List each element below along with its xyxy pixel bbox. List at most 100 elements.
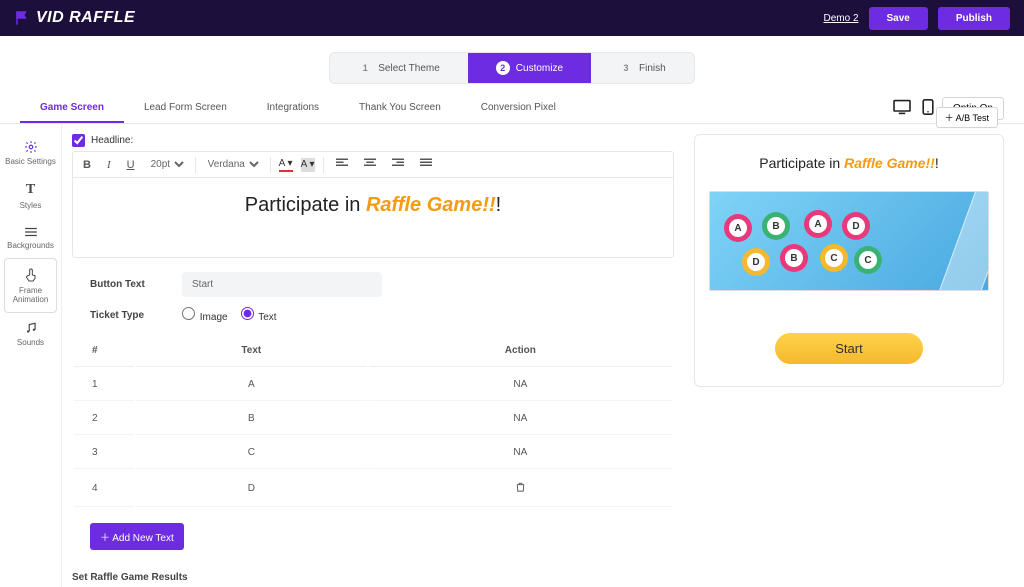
- tabs-row: Game Screen Lead Form Screen Integration…: [0, 94, 1024, 124]
- tab-game-screen[interactable]: Game Screen: [20, 94, 124, 123]
- tool-label: Backgrounds: [7, 241, 54, 250]
- ticket-type-radio-group: Image Text: [182, 307, 287, 323]
- table-row: 1ANA: [74, 369, 672, 401]
- bold-button[interactable]: B: [79, 157, 95, 173]
- gear-icon: [24, 140, 38, 154]
- step-customize[interactable]: 2 Customize: [468, 53, 591, 83]
- action-na: NA: [513, 447, 527, 458]
- step-label: Finish: [639, 63, 666, 74]
- cell-index: 3: [74, 437, 134, 469]
- raffle-ball: C: [854, 246, 882, 274]
- col-index: #: [74, 335, 134, 367]
- raffle-ball: A: [804, 210, 832, 238]
- editor-column: Headline: B I U 20pt Verdana A ▾ A ▾ Par…: [62, 124, 694, 587]
- raffle-ball: B: [780, 244, 808, 272]
- cell-text: A: [136, 369, 367, 401]
- raffle-ball: D: [742, 248, 770, 276]
- preview-headline-accent: Raffle Game!!: [844, 155, 935, 171]
- ticket-type-label: Ticket Type: [90, 310, 170, 321]
- tab-integrations[interactable]: Integrations: [247, 94, 339, 123]
- topbar: VID RAFFLE Demo 2 Save Publish: [0, 0, 1024, 36]
- cell-text: D: [136, 471, 367, 507]
- lines-icon: [24, 226, 38, 238]
- device-mobile-icon[interactable]: [920, 97, 936, 120]
- cell-action: NA: [369, 369, 672, 401]
- button-text-label: Button Text: [90, 279, 170, 290]
- divider: [270, 157, 271, 173]
- align-right-button[interactable]: [388, 156, 408, 173]
- table-row: 3CNA: [74, 437, 672, 469]
- tool-sounds[interactable]: Sounds: [0, 313, 61, 355]
- table-row: 2BNA: [74, 403, 672, 435]
- text-icon: T: [4, 182, 57, 198]
- headline-checkbox[interactable]: [72, 134, 85, 147]
- tab-thank-you-screen[interactable]: Thank You Screen: [339, 94, 461, 123]
- ab-test-button[interactable]: ＋ A/B Test: [936, 107, 998, 128]
- brand-logo: VID RAFFLE: [14, 9, 135, 27]
- font-family-select[interactable]: Verdana: [204, 158, 262, 171]
- align-center-button[interactable]: [360, 156, 380, 173]
- headline-accent: Raffle Game!!: [366, 194, 496, 216]
- cell-index: 4: [74, 471, 134, 507]
- cell-index: 1: [74, 369, 134, 401]
- cell-action: NA: [369, 403, 672, 435]
- text-color-button[interactable]: A ▾: [279, 158, 293, 172]
- brand-text: VID RAFFLE: [36, 9, 135, 27]
- preview-start-button[interactable]: Start: [775, 333, 922, 364]
- col-text: Text: [136, 335, 367, 367]
- step-label: Customize: [516, 63, 563, 74]
- cell-action: NA: [369, 437, 672, 469]
- rte-toolbar: B I U 20pt Verdana A ▾ A ▾: [73, 152, 673, 178]
- tickets-table: # Text Action 1ANA2BNA3CNA4D: [72, 333, 674, 509]
- trash-icon[interactable]: [515, 485, 526, 496]
- action-na: NA: [513, 413, 527, 424]
- preview-headline-tail: !: [935, 155, 939, 171]
- tool-basic-settings[interactable]: Basic Settings: [0, 132, 61, 174]
- step-number: 1: [358, 61, 372, 75]
- preview-card: Participate in Raffle Game!!! ADBBACDC S…: [694, 134, 1004, 387]
- step-select-theme[interactable]: 1 Select Theme: [330, 53, 468, 83]
- preview-column: ＋ A/B Test Participate in Raffle Game!!!…: [694, 124, 1024, 587]
- align-justify-button[interactable]: [416, 156, 436, 173]
- rich-text-editor: B I U 20pt Verdana A ▾ A ▾ Participate i…: [72, 151, 674, 258]
- cell-action: [369, 471, 672, 507]
- headline-plain: Participate in: [245, 194, 366, 216]
- headline-label: Headline:: [91, 135, 133, 146]
- rte-content[interactable]: Participate in Raffle Game!!!: [73, 178, 673, 257]
- step-finish[interactable]: 3 Finish: [591, 53, 694, 83]
- tool-label: Frame Animation: [13, 286, 49, 304]
- raffle-ball: D: [842, 212, 870, 240]
- tab-conversion-pixel[interactable]: Conversion Pixel: [461, 94, 576, 123]
- align-left-button[interactable]: [332, 156, 352, 173]
- col-action: Action: [369, 335, 672, 367]
- tool-label: Basic Settings: [5, 157, 56, 166]
- highlight-color-button[interactable]: A ▾: [301, 158, 315, 172]
- brand-flag-icon: [14, 9, 32, 27]
- table-row: 4D: [74, 471, 672, 507]
- raffle-ball: B: [762, 212, 790, 240]
- side-tools: Basic Settings T Styles Backgrounds Fram…: [0, 124, 62, 587]
- preview-headline-plain: Participate in: [759, 155, 844, 171]
- underline-button[interactable]: U: [123, 157, 139, 173]
- tab-lead-form-screen[interactable]: Lead Form Screen: [124, 94, 247, 123]
- button-text-input[interactable]: [182, 272, 382, 297]
- tool-frame-animation[interactable]: Frame Animation: [4, 258, 57, 313]
- add-new-text-button[interactable]: ＋ Add New Text: [90, 523, 184, 550]
- results-section-heading: Set Raffle Game Results: [72, 564, 674, 587]
- ticket-type-text-option[interactable]: Text: [241, 312, 277, 323]
- publish-button[interactable]: Publish: [938, 7, 1010, 30]
- divider: [323, 157, 324, 173]
- save-button[interactable]: Save: [869, 7, 928, 30]
- demo-link[interactable]: Demo 2: [824, 13, 859, 24]
- italic-button[interactable]: I: [103, 157, 115, 173]
- device-desktop-icon[interactable]: [890, 97, 914, 120]
- tool-styles[interactable]: T Styles: [0, 174, 61, 218]
- headline-tail: !: [496, 194, 502, 216]
- raffle-ball: C: [820, 244, 848, 272]
- tool-backgrounds[interactable]: Backgrounds: [0, 218, 61, 258]
- hand-tap-icon: [23, 267, 39, 283]
- step-number: 2: [496, 61, 510, 75]
- ticket-type-image-option[interactable]: Image: [182, 312, 228, 323]
- step-number: 3: [619, 61, 633, 75]
- font-size-select[interactable]: 20pt: [147, 158, 187, 171]
